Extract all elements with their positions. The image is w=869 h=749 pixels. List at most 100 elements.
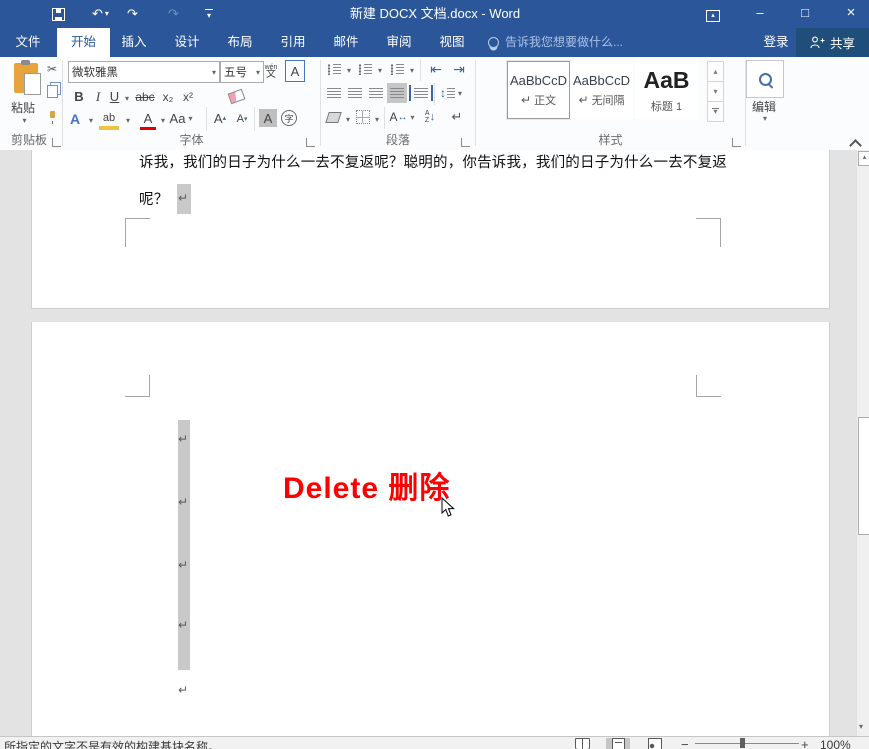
shading-button[interactable] — [324, 109, 342, 125]
align-right-button[interactable] — [367, 85, 385, 101]
borders-caret[interactable]: ▾ — [375, 115, 379, 124]
zoom-level[interactable]: 100% — [820, 738, 851, 749]
save-button[interactable] — [52, 4, 65, 24]
zoom-in-button[interactable]: + — [801, 737, 809, 749]
format-painter-button[interactable] — [44, 106, 60, 122]
zoom-slider-thumb[interactable] — [740, 738, 745, 748]
text-effects-button[interactable]: A — [66, 109, 84, 129]
read-mode-button[interactable] — [570, 738, 594, 749]
styles-scroll-up-button[interactable]: ▴ — [707, 61, 724, 82]
cut-button[interactable]: ✂ — [44, 62, 60, 76]
zoom-out-button[interactable]: − — [681, 737, 689, 749]
increase-indent-button[interactable]: ⇥ — [449, 60, 469, 78]
clipboard-dialog-launcher[interactable] — [52, 138, 61, 147]
web-layout-button[interactable] — [643, 738, 667, 749]
undo-button[interactable]: ↶▾ — [92, 4, 109, 24]
change-case-button[interactable]: Aa▾ — [170, 109, 192, 127]
decrease-indent-button[interactable]: ⇤ — [426, 60, 446, 78]
multilevel-list-button[interactable] — [388, 61, 406, 77]
highlight-caret[interactable]: ▾ — [126, 116, 130, 125]
page-1[interactable]: 诉我，我们的日子为什么一去不复返呢？聪明的，你告诉我，我们的日子为什么一去不复返… — [31, 150, 830, 309]
line-spacing-button[interactable]: ↕▾ — [440, 85, 462, 101]
font-size-combo[interactable]: 五号▾ — [220, 61, 264, 83]
tab-design[interactable]: 设计 — [167, 28, 207, 57]
caret-icon: ▾ — [375, 115, 379, 124]
subscript-button[interactable]: x₂ — [160, 88, 176, 105]
font-dialog-launcher[interactable] — [306, 138, 315, 147]
page-2[interactable]: ↵ ↵ ↵ ↵ ↵ Delete 删除 — [31, 322, 830, 736]
bold-button[interactable]: B — [72, 88, 86, 105]
align-left-button[interactable] — [325, 85, 343, 101]
minimize-button[interactable]: – — [745, 0, 775, 28]
font-color-button[interactable]: A — [140, 109, 156, 130]
editing-caret[interactable]: ▾ — [763, 114, 767, 123]
enclose-characters-button[interactable]: 字 — [281, 110, 297, 126]
find-button[interactable] — [746, 60, 784, 98]
styles-gallery-more-button[interactable]: ▾ — [707, 101, 724, 122]
maximize-button[interactable]: □ — [790, 0, 820, 28]
scroll-down-button[interactable]: ▾ — [859, 722, 863, 731]
style-card-no-spacing[interactable]: AaBbCcD ↵ 无间隔 — [570, 61, 633, 119]
shrink-font-button[interactable]: A▾ — [233, 111, 251, 127]
page1-text-line2[interactable]: 呢？ — [139, 188, 168, 209]
close-button[interactable]: × — [836, 0, 866, 28]
qat-customize-button[interactable]: ▾ — [205, 4, 213, 24]
highlight-color-button[interactable]: ab — [99, 110, 119, 130]
strikethrough-label: abc — [135, 90, 154, 104]
tab-home[interactable]: 开始 — [57, 28, 110, 57]
scroll-up-button[interactable]: ▴ — [858, 151, 869, 166]
show-hide-marks-button[interactable]: ↵ — [448, 109, 466, 125]
shading-caret[interactable]: ▾ — [346, 115, 350, 124]
tab-insert[interactable]: 插入 — [114, 28, 154, 57]
character-shading-button[interactable]: A — [259, 109, 277, 127]
paste-button[interactable]: 粘贴 ▾ — [4, 59, 42, 133]
zoom-slider-track[interactable] — [695, 743, 799, 744]
numbering-caret[interactable]: ▾ — [378, 66, 382, 75]
sign-in-button[interactable]: 登录 — [758, 28, 794, 57]
superscript-button[interactable]: x² — [180, 88, 196, 105]
text-effects-caret[interactable]: ▾ — [89, 116, 93, 125]
tab-file[interactable]: 文件 — [8, 28, 48, 57]
share-button[interactable]: 共享 — [796, 28, 869, 57]
tab-view[interactable]: 视图 — [432, 28, 472, 57]
tab-layout[interactable]: 布局 — [220, 28, 260, 57]
multilevel-caret[interactable]: ▾ — [410, 66, 414, 75]
borders-button[interactable] — [354, 109, 371, 125]
clear-formatting-button[interactable] — [226, 88, 246, 105]
underline-caret[interactable]: ▾ — [125, 94, 129, 103]
strikethrough-button[interactable]: abc — [133, 88, 157, 105]
tab-references[interactable]: 引用 — [273, 28, 313, 57]
style-card-heading1[interactable]: AaB 标题 1 — [635, 61, 698, 119]
numbering-button[interactable] — [356, 61, 374, 77]
justify-button[interactable] — [387, 83, 407, 103]
tell-me-box[interactable]: 告诉我您想要做什么... — [488, 28, 623, 57]
tab-mailings[interactable]: 邮件 — [326, 28, 366, 57]
underline-button[interactable]: U — [108, 88, 121, 105]
redo-button[interactable]: ↷ — [127, 4, 138, 24]
bullets-caret[interactable]: ▾ — [347, 66, 351, 75]
italic-button[interactable]: I — [92, 88, 104, 105]
repeat-button[interactable]: ↷ — [168, 4, 179, 24]
print-layout-button[interactable] — [606, 738, 630, 749]
font-color-caret[interactable]: ▾ — [161, 116, 165, 125]
styles-scroll-down-button[interactable]: ▾ — [707, 81, 724, 102]
character-border-button[interactable]: A — [285, 60, 305, 82]
distributed-button[interactable] — [409, 85, 433, 101]
tab-review[interactable]: 审阅 — [379, 28, 419, 57]
style-card-normal[interactable]: AaBbCcD ↵ 正文 — [507, 61, 570, 119]
phonetic-guide-button[interactable]: wén 文 — [261, 59, 281, 83]
delete-text[interactable]: Delete 删除 — [283, 463, 450, 507]
paragraph-dialog-launcher[interactable] — [461, 138, 470, 147]
asian-layout-button[interactable]: A↔▾ — [390, 109, 414, 125]
grow-font-button[interactable]: A▴ — [211, 109, 229, 127]
bullets-button[interactable] — [325, 61, 343, 77]
page1-text-line1[interactable]: 诉我，我们的日子为什么一去不复返呢？聪明的，你告诉我，我们的日子为什么一去不复返 — [139, 151, 727, 172]
sort-button[interactable]: AZ ↓ — [420, 109, 440, 125]
styles-dialog-launcher[interactable] — [732, 138, 741, 147]
ribbon-display-options-button[interactable]: ▴ — [698, 0, 728, 28]
vertical-scrollbar[interactable]: ▴ ▾ — [856, 150, 869, 736]
font-name-combo[interactable]: 微软雅黑▾ — [68, 61, 220, 83]
copy-button[interactable] — [44, 84, 60, 98]
align-center-button[interactable] — [346, 85, 364, 101]
scrollbar-thumb[interactable] — [858, 417, 869, 535]
